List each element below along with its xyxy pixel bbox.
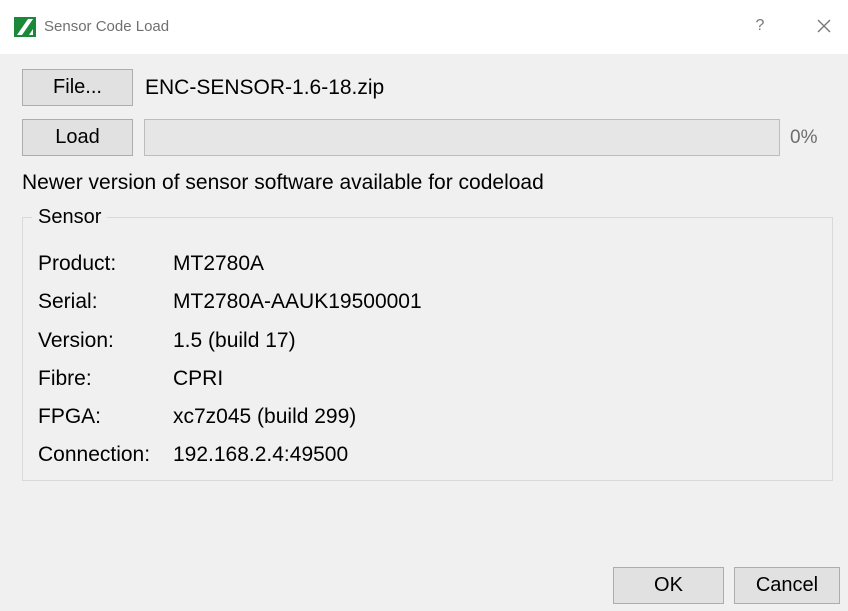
sensor-group-box xyxy=(22,217,833,481)
close-icon xyxy=(817,19,831,33)
sensor-code-load-dialog: Sensor Code Load ? File... ENC-SENSOR-1.… xyxy=(0,0,848,611)
title-bar: Sensor Code Load ? xyxy=(0,0,848,54)
load-progress-text: 0% xyxy=(790,127,818,148)
product-label: Product: xyxy=(38,252,117,275)
version-value: 1.5 (build 17) xyxy=(173,329,296,352)
version-label: Version: xyxy=(38,329,114,352)
fpga-label: FPGA: xyxy=(38,405,102,428)
connection-label: Connection: xyxy=(38,443,151,466)
sensor-group-title: Sensor xyxy=(32,206,108,229)
cancel-button[interactable]: Cancel xyxy=(734,567,840,604)
load-progress-bar xyxy=(144,119,780,156)
fpga-value: xc7z045 (build 299) xyxy=(173,405,357,428)
close-button[interactable] xyxy=(812,14,836,38)
app-logo-icon xyxy=(14,17,36,37)
connection-value: 192.168.2.4:49500 xyxy=(173,443,349,466)
product-value: MT2780A xyxy=(173,252,265,275)
ok-button[interactable]: OK xyxy=(613,567,724,604)
fibre-label: Fibre: xyxy=(38,367,92,390)
fibre-value: CPRI xyxy=(173,367,224,390)
load-button[interactable]: Load xyxy=(22,119,133,156)
selected-file-name: ENC-SENSOR-1.6-18.zip xyxy=(145,76,385,99)
status-message: Newer version of sensor software availab… xyxy=(22,171,544,194)
help-button[interactable]: ? xyxy=(748,14,772,38)
serial-label: Serial: xyxy=(38,290,98,313)
window-title: Sensor Code Load xyxy=(44,18,170,35)
serial-value: MT2780A-AAUK19500001 xyxy=(173,290,422,313)
file-button[interactable]: File... xyxy=(22,69,133,106)
